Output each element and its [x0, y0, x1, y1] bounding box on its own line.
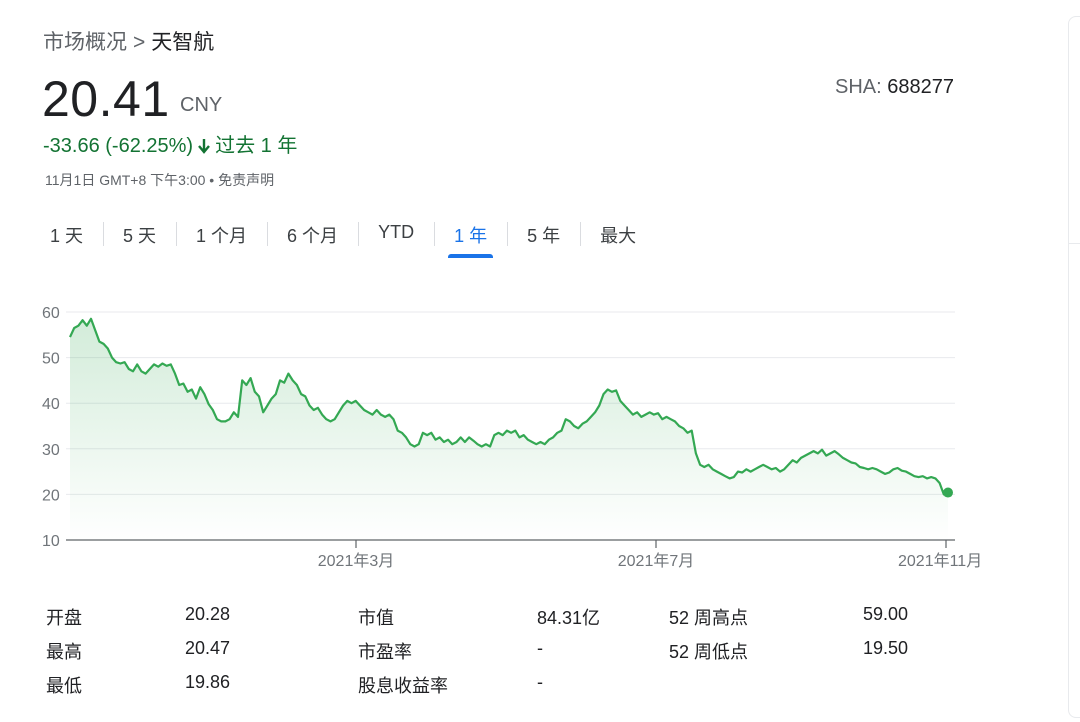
range-tabs: 1 天 5 天 1 个月 6 个月 YTD 1 年 5 年 最大 [30, 214, 656, 258]
stat-pe-value: - [537, 638, 543, 658]
tab-max[interactable]: 最大 [580, 214, 656, 252]
tab-1d[interactable]: 1 天 [30, 214, 103, 252]
tab-1m[interactable]: 1 个月 [176, 214, 267, 252]
breadcrumb-separator: > [133, 31, 146, 54]
y-tick-label: 50 [42, 351, 60, 368]
price-area [70, 318, 948, 540]
side-panel-divider [1068, 243, 1080, 244]
change-period: 过去 1 年 [215, 135, 298, 157]
x-tick-label: 2021年7月 [618, 552, 695, 570]
stat-dividend-value: - [537, 672, 543, 692]
y-tick-label: 60 [42, 305, 60, 322]
last-price-dot [943, 487, 953, 498]
stat-low-value: 19.86 [185, 672, 231, 692]
y-tick-label: 10 [42, 533, 60, 550]
stat-52w-low-value: 19.50 [863, 638, 909, 658]
breadcrumb-current: 天智航 [151, 31, 215, 54]
stat-open-value: 20.28 [185, 604, 231, 624]
price-change: -33.66 (-62.25%) 过去 1 年 [43, 129, 297, 158]
stat-low-label: 最低 [46, 676, 82, 696]
breadcrumb-market-link[interactable]: 市场概况 [43, 31, 127, 54]
stat-open-label: 开盘 [46, 608, 82, 628]
y-axis-ticks: 10 20 30 40 50 60 [42, 305, 60, 550]
y-tick-label: 30 [42, 442, 60, 459]
price-chart[interactable]: 10 20 30 40 50 60 2021年3月 2021年7月 2021年11月 [0, 290, 1010, 580]
change-value: -33.66 (-62.25%) [43, 135, 194, 157]
stat-marketcap-label: 市值 [358, 608, 394, 628]
y-tick-label: 20 [42, 487, 60, 504]
tab-1y[interactable]: 1 年 [434, 214, 507, 258]
arrow-down-icon [198, 139, 210, 154]
stat-marketcap-value: 84.31亿 [537, 608, 601, 628]
stock-price: 20.41 [42, 71, 170, 127]
x-axis-ticks: 2021年3月 2021年7月 2021年11月 [318, 540, 982, 570]
exchange-ticker: SHA: 688277 [835, 76, 954, 99]
tab-ytd[interactable]: YTD [358, 214, 434, 252]
stat-52w-high-value: 59.00 [863, 604, 909, 624]
quote-timestamp[interactable]: 11月1日 GMT+8 下午3:00 • 免责声明 [45, 170, 274, 190]
stat-high-value: 20.47 [185, 638, 231, 658]
stat-pe-label: 市盈率 [358, 642, 412, 662]
currency-label: CNY [180, 94, 223, 116]
tab-5d[interactable]: 5 天 [103, 214, 176, 252]
x-tick-label: 2021年11月 [898, 552, 982, 570]
breadcrumb: 市场概况 > 天智航 [43, 26, 214, 56]
stat-dividend-label: 股息收益率 [358, 676, 448, 696]
side-panel-edge [1068, 16, 1080, 718]
exchange-label: SHA: [835, 76, 882, 98]
x-tick-label: 2021年3月 [318, 552, 395, 570]
stat-52w-low-label: 52 周低点 [669, 642, 749, 662]
stat-52w-high-label: 52 周高点 [669, 608, 749, 628]
ticker-code: 688277 [887, 76, 954, 98]
y-tick-label: 40 [42, 396, 60, 413]
tab-6m[interactable]: 6 个月 [267, 214, 358, 252]
stat-high-label: 最高 [46, 642, 82, 662]
tab-5y[interactable]: 5 年 [507, 214, 580, 252]
